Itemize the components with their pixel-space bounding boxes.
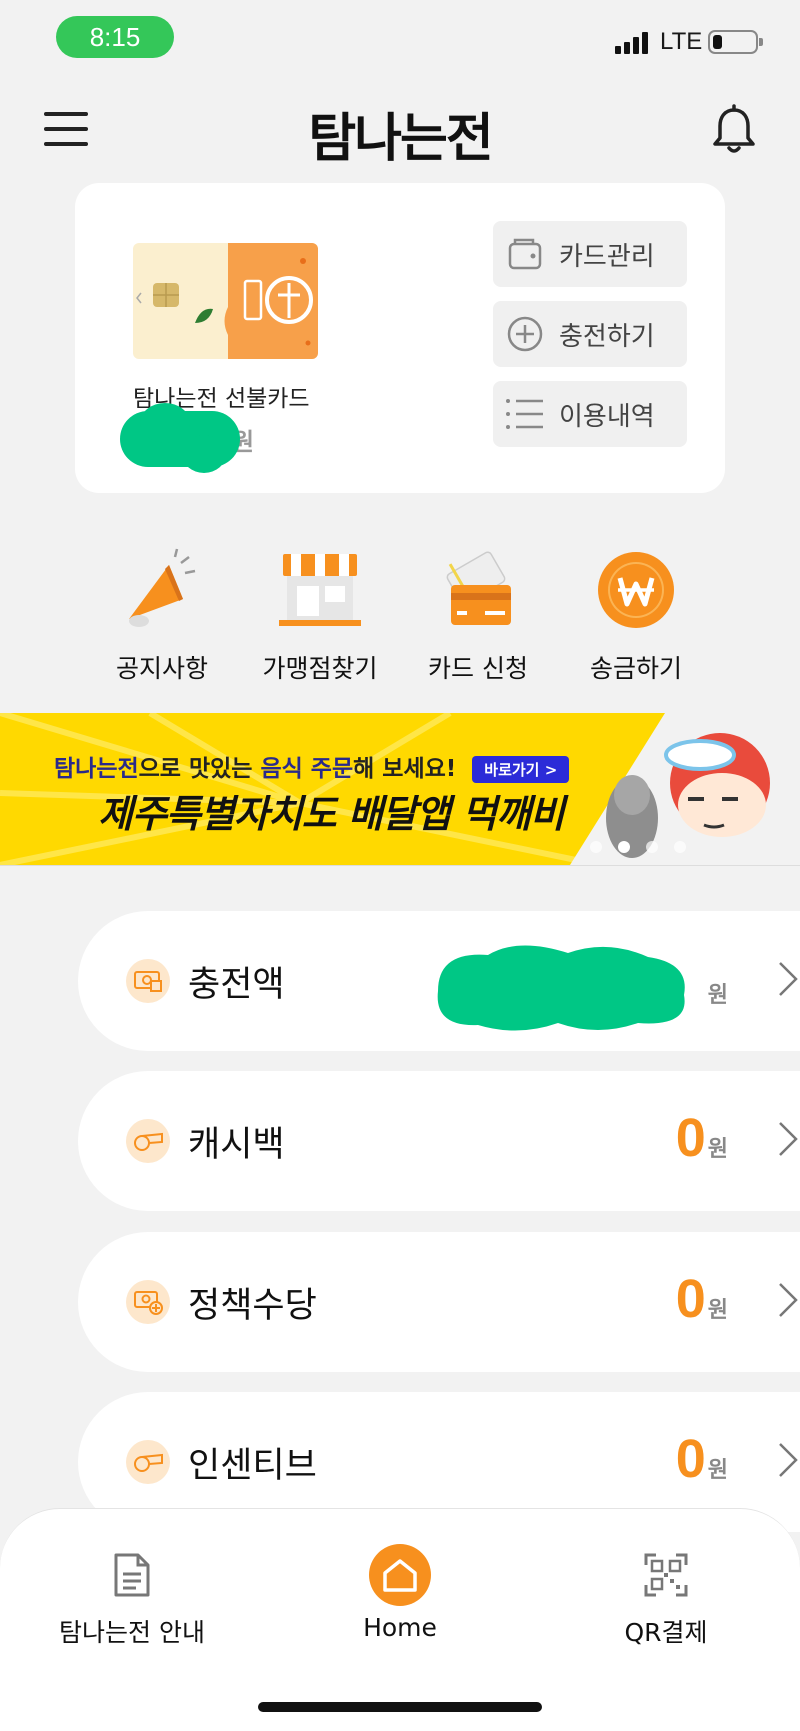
- qr-icon: [556, 1545, 776, 1605]
- card-balance: 원: [120, 403, 254, 473]
- quick-remit-label: 송금하기: [589, 654, 682, 683]
- banner-brand: 탐나는전: [54, 756, 139, 782]
- nav-home-label: Home: [363, 1613, 437, 1642]
- plus-circle-icon: [505, 314, 545, 354]
- balance-row-policy-unit: 원: [707, 1298, 728, 1323]
- quick-notice[interactable]: 공지사항: [82, 545, 242, 685]
- balance-row-policy-amount: 0: [675, 1269, 706, 1329]
- card-panel: 탐나는전 선불카드 원 카드관리 충전하기 이용내역: [75, 183, 725, 493]
- money-icon: [126, 959, 170, 1003]
- promo-banner[interactable]: 탐나는전으로 맛있는 음식 주문해 보세요! 바로가기 > 제주특별자치도 배달…: [0, 713, 800, 865]
- balance-row-policy-value: 0 원: [676, 1268, 728, 1330]
- banner-title: 제주특별자치도 배달앱 먹깨비: [98, 792, 565, 836]
- balance-row-charge-label: 충전액: [188, 964, 285, 1005]
- prepaid-card-image[interactable]: [133, 243, 318, 359]
- banner-dot[interactable]: [646, 841, 658, 853]
- balance-row-cashback-unit: 원: [707, 1137, 728, 1162]
- banner-highlight: 음식 주문: [260, 756, 354, 782]
- home-icon: [369, 1544, 431, 1606]
- app-title: 탐나는전: [308, 109, 493, 169]
- whistle-icon: [126, 1440, 170, 1484]
- nav-qr-pay[interactable]: QR결제: [556, 1545, 776, 1649]
- card-actions: 카드관리 충전하기 이용내역: [493, 221, 687, 461]
- banner-dot-active[interactable]: [618, 841, 630, 853]
- quick-notice-label: 공지사항: [115, 654, 208, 683]
- nav-guide-label: 탐나는전 안내: [59, 1618, 205, 1647]
- card-apply-icon: [398, 545, 558, 635]
- balance-row-policy[interactable]: 정책수당 0 원: [78, 1232, 800, 1372]
- banner-text-end: 해 보세요!: [353, 756, 457, 782]
- bell-icon[interactable]: [710, 104, 758, 156]
- balance-row-charge-unit: 원: [707, 983, 728, 1008]
- redacted-balance: [120, 403, 240, 473]
- usage-history-label: 이용내역: [559, 401, 655, 432]
- home-indicator[interactable]: [258, 1702, 542, 1712]
- banner-headline: 탐나는전으로 맛있는 음식 주문해 보세요! 바로가기 >: [54, 749, 570, 783]
- quick-store-finder[interactable]: 가맹점찾기: [240, 545, 400, 685]
- balance-row-cashback-amount: 0: [675, 1108, 706, 1168]
- app-header: 탐나는전: [0, 86, 800, 176]
- whistle-icon: [126, 1119, 170, 1163]
- status-bar: 8:15 LTE: [0, 0, 800, 75]
- wallet-icon: [505, 234, 545, 274]
- charge-button[interactable]: 충전하기: [493, 301, 687, 367]
- balance-row-incentive-label: 인센티브: [188, 1445, 317, 1486]
- balance-row-charge[interactable]: 충전액 원: [78, 911, 800, 1051]
- network-type: LTE: [660, 28, 703, 55]
- balance-row-cashback-label: 캐시백: [188, 1124, 285, 1165]
- chevron-right-icon: [779, 1443, 798, 1477]
- balance-row-policy-label: 정책수당: [188, 1285, 317, 1326]
- chevron-right-icon: [779, 1122, 798, 1156]
- balance-row-incentive-value: 0 원: [676, 1428, 728, 1490]
- balance-row-incentive-amount: 0: [675, 1429, 706, 1489]
- quick-menu: 공지사항 가맹점찾기 카드 신청 송금하기: [0, 545, 800, 685]
- chevron-right-icon: [779, 1283, 798, 1317]
- card-manage-button[interactable]: 카드관리: [493, 221, 687, 287]
- quick-card-apply-label: 카드 신청: [428, 654, 528, 683]
- nav-home[interactable]: Home: [290, 1544, 510, 1642]
- balance-row-cashback[interactable]: 캐시백 0 원: [78, 1071, 800, 1211]
- quick-store-finder-label: 가맹점찾기: [262, 654, 378, 683]
- balance-row-charge-value: 원: [706, 977, 728, 1009]
- redacted-charge-amount: [437, 945, 685, 1031]
- bottom-navigation: 탐나는전 안내 Home QR결제: [0, 1508, 800, 1731]
- quick-card-apply[interactable]: 카드 신청: [398, 545, 558, 685]
- balance-row-incentive-unit: 원: [707, 1458, 728, 1483]
- home-button-wrapper: [290, 1544, 510, 1606]
- megaphone-icon: [82, 545, 242, 635]
- signal-icon: [615, 30, 648, 54]
- nav-qr-pay-label: QR결제: [624, 1618, 708, 1647]
- document-icon: [22, 1545, 242, 1605]
- chevron-right-icon: [779, 962, 798, 996]
- nav-guide[interactable]: 탐나는전 안내: [22, 1545, 242, 1649]
- usage-history-button[interactable]: 이용내역: [493, 381, 687, 447]
- banner-text-middle: 으로 맛있는: [138, 756, 261, 782]
- money-plus-icon: [126, 1280, 170, 1324]
- card-manage-label: 카드관리: [559, 241, 655, 272]
- status-time: 8:15: [56, 16, 174, 58]
- charge-label: 충전하기: [559, 321, 655, 352]
- won-coin-icon: [556, 545, 716, 635]
- balance-row-cashback-value: 0 원: [676, 1107, 728, 1169]
- store-icon: [240, 545, 400, 635]
- banner-dot[interactable]: [590, 841, 602, 853]
- banner-pagination[interactable]: [590, 841, 686, 853]
- divider: [0, 865, 800, 866]
- banner-go-button[interactable]: 바로가기 >: [472, 756, 570, 783]
- banner-dot[interactable]: [674, 841, 686, 853]
- quick-remit[interactable]: 송금하기: [556, 545, 716, 685]
- list-icon: [505, 394, 545, 434]
- battery-icon: [708, 30, 763, 54]
